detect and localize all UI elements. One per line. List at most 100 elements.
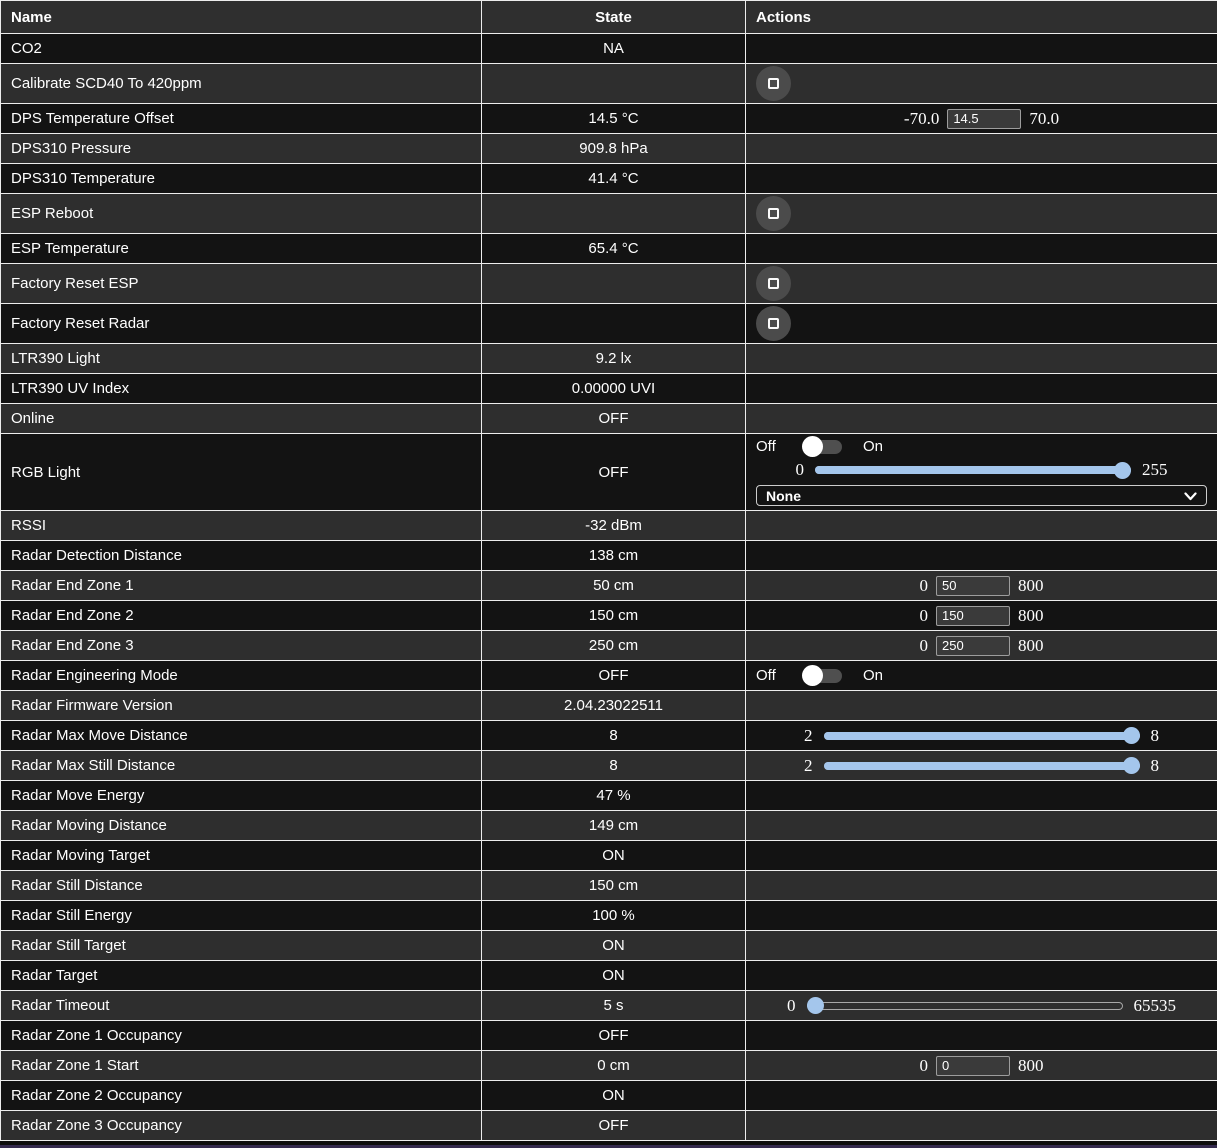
number-min-label: 0 bbox=[920, 636, 929, 656]
table-row: Radar Max Still Distance828 bbox=[1, 751, 1217, 781]
row-state-cell bbox=[482, 264, 746, 304]
row-actions-cell bbox=[746, 234, 1217, 264]
number-input[interactable] bbox=[936, 606, 1010, 626]
toggle-knob[interactable] bbox=[802, 665, 823, 686]
row-state-cell: 5 s bbox=[482, 991, 746, 1021]
row-state-cell: 8 bbox=[482, 721, 746, 751]
slider-min-label: 2 bbox=[804, 726, 813, 746]
row-state-cell: 8 bbox=[482, 751, 746, 781]
toggle-on-label: On bbox=[863, 667, 883, 684]
row-actions-cell: 28 bbox=[746, 751, 1217, 781]
number-input[interactable] bbox=[947, 109, 1021, 129]
row-name-cell: Radar Still Target bbox=[1, 931, 482, 961]
table-row: Radar Still Distance150 cm bbox=[1, 871, 1217, 901]
slider-min-label: 0 bbox=[787, 996, 796, 1016]
row-actions-cell: 0800 bbox=[746, 631, 1217, 661]
table-row: Radar Moving TargetON bbox=[1, 841, 1217, 871]
slider-thumb[interactable] bbox=[1123, 757, 1140, 774]
number-input[interactable] bbox=[936, 576, 1010, 596]
table-row: Factory Reset ESP bbox=[1, 264, 1217, 304]
table-row: Radar End Zone 2150 cm0800 bbox=[1, 601, 1217, 631]
row-actions-cell bbox=[746, 871, 1217, 901]
table-row: Factory Reset Radar bbox=[1, 304, 1217, 344]
slider-track[interactable] bbox=[807, 1002, 1123, 1010]
row-actions-cell bbox=[746, 541, 1217, 571]
slider-track-fill bbox=[824, 762, 1140, 770]
row-actions-cell bbox=[746, 691, 1217, 721]
table-row: RSSI-32 dBm bbox=[1, 511, 1217, 541]
toggle-off-label: Off bbox=[756, 438, 804, 455]
number-max-label: 800 bbox=[1018, 1056, 1044, 1076]
row-state-cell: 250 cm bbox=[482, 631, 746, 661]
row-actions-cell bbox=[746, 34, 1217, 64]
press-button[interactable] bbox=[756, 196, 791, 231]
table-row: Radar Max Move Distance828 bbox=[1, 721, 1217, 751]
table-row: ESP Reboot bbox=[1, 194, 1217, 234]
number-input[interactable] bbox=[936, 1056, 1010, 1076]
toggle-knob[interactable] bbox=[802, 436, 823, 457]
row-actions-cell bbox=[746, 511, 1217, 541]
row-state-cell: 0.00000 UVI bbox=[482, 374, 746, 404]
row-name-cell: Radar Engineering Mode bbox=[1, 661, 482, 691]
slider-min-label: 2 bbox=[804, 756, 813, 776]
row-name-cell: Radar Zone 1 Occupancy bbox=[1, 1021, 482, 1051]
table-row: Radar End Zone 3250 cm0800 bbox=[1, 631, 1217, 661]
slider-track-base bbox=[807, 1002, 1123, 1010]
slider-control: 0 255 bbox=[756, 460, 1207, 480]
row-name-cell: Radar Target bbox=[1, 961, 482, 991]
table-row: CO2NA bbox=[1, 34, 1217, 64]
column-header-actions: Actions bbox=[746, 1, 1217, 34]
button-square-icon bbox=[768, 78, 779, 89]
table-row: Radar Still TargetON bbox=[1, 931, 1217, 961]
press-button[interactable] bbox=[756, 66, 791, 101]
slider-max-label: 255 bbox=[1142, 460, 1168, 480]
effect-select-value: None bbox=[766, 488, 801, 504]
row-state-cell: 100 % bbox=[482, 901, 746, 931]
number-control: 0800 bbox=[756, 576, 1207, 596]
slider-track-fill bbox=[815, 466, 1131, 474]
number-input[interactable] bbox=[936, 636, 1010, 656]
number-control: 0800 bbox=[756, 606, 1207, 626]
row-name-cell: Radar Still Distance bbox=[1, 871, 482, 901]
row-actions-cell: 0 800 bbox=[746, 1051, 1217, 1081]
press-button[interactable] bbox=[756, 266, 791, 301]
row-actions-cell bbox=[746, 374, 1217, 404]
slider-max-label: 8 bbox=[1151, 726, 1160, 746]
row-actions-cell: 0800 bbox=[746, 601, 1217, 631]
row-name-cell: Radar Zone 3 Occupancy bbox=[1, 1111, 482, 1141]
toggle-control: OffOn bbox=[756, 667, 1207, 684]
slider-thumb[interactable] bbox=[807, 997, 824, 1014]
row-name-cell: Radar Still Energy bbox=[1, 901, 482, 931]
slider-thumb[interactable] bbox=[1123, 727, 1140, 744]
row-name-cell: LTR390 Light bbox=[1, 344, 482, 374]
toggle-switch[interactable] bbox=[804, 440, 842, 454]
table-row: Calibrate SCD40 To 420ppm bbox=[1, 64, 1217, 104]
slider-track[interactable] bbox=[824, 762, 1140, 770]
slider-control: 28 bbox=[756, 726, 1207, 746]
row-state-cell bbox=[482, 194, 746, 234]
row-actions-cell bbox=[746, 344, 1217, 374]
row-name-cell: Radar Timeout bbox=[1, 991, 482, 1021]
slider-thumb[interactable] bbox=[1114, 462, 1131, 479]
slider-min-label: 0 bbox=[796, 460, 805, 480]
toggle-control: OffOn bbox=[756, 438, 1207, 455]
row-name-cell: Radar Zone 2 Occupancy bbox=[1, 1081, 482, 1111]
press-button[interactable] bbox=[756, 306, 791, 341]
row-actions-cell bbox=[746, 164, 1217, 194]
device-dashboard: Name State Actions CO2NACalibrate SCD40 … bbox=[0, 0, 1217, 1145]
row-state-cell bbox=[482, 64, 746, 104]
slider-track[interactable] bbox=[824, 732, 1140, 740]
row-actions-cell: 065535 bbox=[746, 991, 1217, 1021]
number-min-label: 0 bbox=[920, 606, 929, 626]
row-state-cell: OFF bbox=[482, 434, 746, 511]
button-square-icon bbox=[768, 208, 779, 219]
slider-track[interactable] bbox=[815, 466, 1131, 474]
row-actions-cell bbox=[746, 404, 1217, 434]
row-actions-cell bbox=[746, 811, 1217, 841]
number-min-label: 0 bbox=[920, 1056, 929, 1076]
effect-select[interactable]: None bbox=[756, 485, 1207, 506]
row-state-cell: ON bbox=[482, 841, 746, 871]
toggle-switch[interactable] bbox=[804, 669, 842, 683]
row-state-cell: 2.04.23022511 bbox=[482, 691, 746, 721]
row-name-cell: Factory Reset ESP bbox=[1, 264, 482, 304]
